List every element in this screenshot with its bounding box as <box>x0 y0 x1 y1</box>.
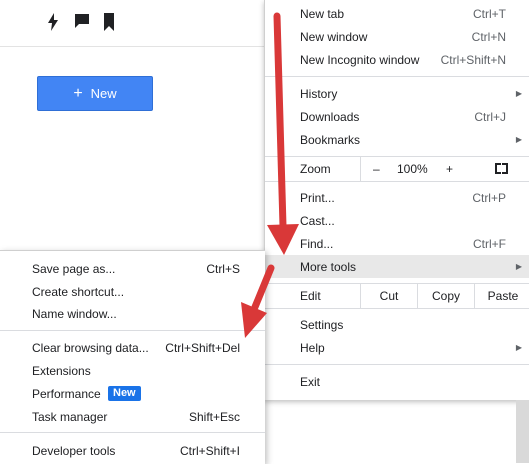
menu-divider <box>265 181 529 182</box>
menu-item-label: Task manager <box>32 409 108 424</box>
paste-button[interactable]: Paste <box>474 284 529 308</box>
menu-item-save-page[interactable]: Save page as... Ctrl+S <box>0 257 265 280</box>
menu-item-task-manager[interactable]: Task manager Shift+Esc <box>0 405 265 428</box>
menu-item-label: Extensions <box>32 363 91 378</box>
submenu-arrow-icon: ▶ <box>515 262 522 271</box>
zoom-label: Zoom <box>300 162 331 176</box>
menu-item-more-tools[interactable]: More tools ▶ <box>265 255 529 278</box>
menu-item-name-window[interactable]: Name window... <box>0 302 265 325</box>
menu-item-shortcut: Ctrl+P <box>472 190 506 205</box>
menu-item-history[interactable]: History ▶ <box>265 82 529 105</box>
menu-divider <box>265 76 529 77</box>
fullscreen-icon[interactable] <box>495 163 508 174</box>
menu-item-label: Save page as... <box>32 261 116 276</box>
menu-item-extensions[interactable]: Extensions <box>0 359 265 382</box>
zoom-level: 100% <box>397 162 428 176</box>
menu-item-shortcut: Ctrl+Shift+I <box>179 443 240 458</box>
menu-item-performance[interactable]: Performance New <box>0 382 265 405</box>
more-tools-submenu: Save page as... Ctrl+S Create shortcut..… <box>0 250 265 464</box>
extension-toolbar <box>0 0 270 47</box>
menu-item-label: Settings <box>300 317 344 332</box>
menu-item-print[interactable]: Print... Ctrl+P <box>265 186 529 209</box>
menu-divider <box>265 308 529 309</box>
submenu-arrow-icon: ▶ <box>515 135 522 144</box>
menu-item-new-tab[interactable]: New tab Ctrl+T <box>265 2 529 25</box>
menu-item-label: Bookmarks <box>300 132 361 147</box>
menu-item-bookmarks[interactable]: Bookmarks ▶ <box>265 128 529 151</box>
menu-divider <box>0 432 265 433</box>
menu-item-label: Name window... <box>32 306 117 321</box>
menu-item-label: History <box>300 86 338 101</box>
menu-item-cast[interactable]: Cast... <box>265 209 529 232</box>
menu-item-shortcut: Ctrl+N <box>471 29 506 44</box>
new-badge: New <box>108 386 141 401</box>
menu-item-find[interactable]: Find... Ctrl+F <box>265 232 529 255</box>
new-button-label: New <box>90 86 117 101</box>
comment-icon[interactable] <box>74 13 90 32</box>
menu-item-new-incognito[interactable]: New Incognito window Ctrl+Shift+N <box>265 48 529 71</box>
menu-item-shortcut: Ctrl+T <box>473 6 506 21</box>
lightning-icon[interactable] <box>48 13 58 34</box>
menu-item-developer-tools[interactable]: Developer tools Ctrl+Shift+I <box>0 439 265 462</box>
zoom-out-button[interactable]: – <box>373 162 380 176</box>
chrome-main-menu: New tab Ctrl+T New window Ctrl+N New Inc… <box>264 0 529 400</box>
cut-button[interactable]: Cut <box>360 284 417 308</box>
menu-item-shortcut: Ctrl+F <box>473 236 506 251</box>
menu-divider <box>265 364 529 365</box>
menu-item-label: Cast... <box>300 213 335 228</box>
zoom-control: – 100% + <box>360 157 529 181</box>
menu-item-shortcut: Ctrl+Shift+N <box>440 52 506 67</box>
scrollbar[interactable] <box>516 400 529 463</box>
menu-item-label: Create shortcut... <box>32 284 125 299</box>
menu-item-label: Downloads <box>300 109 360 124</box>
menu-item-help[interactable]: Help ▶ <box>265 336 529 359</box>
menu-divider <box>0 330 265 331</box>
menu-item-shortcut: Ctrl+Shift+Del <box>165 340 240 355</box>
menu-item-settings[interactable]: Settings <box>265 313 529 336</box>
menu-item-label: Clear browsing data... <box>32 340 149 355</box>
zoom-in-button[interactable]: + <box>446 162 453 176</box>
submenu-arrow-icon: ▶ <box>515 343 522 352</box>
menu-item-shortcut: Shift+Esc <box>188 409 240 424</box>
zoom-row: Zoom – 100% + <box>265 157 529 181</box>
menu-item-label: Help <box>300 340 325 355</box>
menu-item-shortcut: Ctrl+S <box>206 261 240 276</box>
menu-item-clear-browsing-data[interactable]: Clear browsing data... Ctrl+Shift+Del <box>0 336 265 359</box>
copy-button[interactable]: Copy <box>417 284 474 308</box>
edit-row: Edit Cut Copy Paste <box>265 284 529 308</box>
menu-item-exit[interactable]: Exit <box>265 370 529 393</box>
new-button[interactable]: + New <box>37 76 153 111</box>
bookmark-icon[interactable] <box>104 13 114 34</box>
edit-label: Edit <box>300 289 321 303</box>
menu-item-create-shortcut[interactable]: Create shortcut... <box>0 280 265 303</box>
menu-item-shortcut: Ctrl+J <box>474 109 506 124</box>
menu-item-new-window[interactable]: New window Ctrl+N <box>265 25 529 48</box>
menu-item-label: Performance <box>32 386 101 401</box>
menu-item-label: More tools <box>300 259 357 274</box>
menu-item-label: New tab <box>300 6 345 21</box>
menu-item-label: Developer tools <box>32 443 116 458</box>
menu-item-label: Exit <box>300 374 321 389</box>
plus-icon: + <box>73 84 83 102</box>
menu-item-label: Find... <box>300 236 334 251</box>
submenu-arrow-icon: ▶ <box>515 89 522 98</box>
menu-item-label: New window <box>300 29 368 44</box>
menu-item-label: Print... <box>300 190 335 205</box>
menu-item-label: New Incognito window <box>300 52 420 67</box>
menu-item-downloads[interactable]: Downloads Ctrl+J <box>265 105 529 128</box>
